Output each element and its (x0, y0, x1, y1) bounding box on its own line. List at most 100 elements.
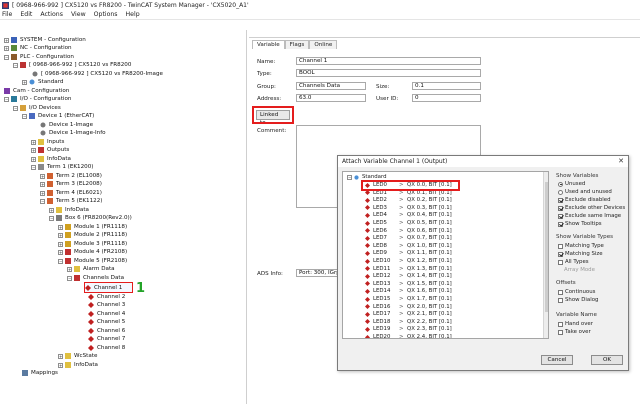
radio-unused-control[interactable] (558, 181, 563, 187)
collapse-icon[interactable]: − (58, 258, 63, 264)
expand-icon[interactable]: + (31, 156, 36, 162)
checkbox[interactable] (558, 259, 563, 265)
checkbox[interactable] (558, 197, 563, 203)
collapse-icon[interactable]: − (4, 96, 9, 102)
expand-icon[interactable]: + (49, 207, 54, 213)
tree-item-mappings[interactable]: Mappings (22, 369, 58, 377)
expand-icon[interactable]: + (4, 45, 9, 51)
check-exclude-disabled[interactable]: Exclude disabled (558, 197, 611, 203)
name-field[interactable]: Channel 1 (296, 57, 481, 65)
menu-help[interactable]: Help (126, 11, 140, 18)
tree-item-module2[interactable]: + Module 2 (FR1118) (58, 231, 127, 239)
expand-icon[interactable]: + (58, 241, 63, 247)
checkbox[interactable] (558, 205, 563, 211)
expand-icon[interactable]: + (40, 190, 45, 196)
tree-item-term1[interactable]: − Term 1 (EK1200) (31, 163, 93, 171)
checkbox[interactable] (558, 221, 563, 227)
radio-unused[interactable]: Unused (558, 181, 585, 187)
expand-icon[interactable]: + (31, 139, 36, 145)
menu-actions[interactable]: Actions (40, 11, 63, 18)
checkbox[interactable] (558, 213, 563, 219)
tree-item-channels-data[interactable]: − Channels Data (67, 274, 124, 282)
tree-item-channel3[interactable]: Channel 3 (88, 301, 125, 309)
close-icon[interactable]: ✕ (618, 157, 624, 165)
list-scrollbar[interactable] (543, 172, 548, 338)
collapse-icon[interactable]: − (13, 105, 18, 111)
tree-item-cam[interactable]: Cam - Configuration (4, 87, 69, 95)
check-exclude-other[interactable]: Exclude other Devices (558, 205, 625, 211)
expand-icon[interactable]: + (58, 353, 63, 359)
checkbox[interactable] (558, 243, 563, 249)
expand-icon[interactable]: + (58, 249, 63, 255)
expand-icon[interactable]: + (67, 266, 72, 272)
tree-item-channel4[interactable]: Channel 4 (88, 310, 125, 318)
check-matching-type[interactable]: Matching Type (558, 243, 604, 249)
collapse-icon[interactable]: − (347, 174, 352, 180)
tree-item-device1-image[interactable]: Device 1-Image (40, 121, 93, 129)
tree-item-module3[interactable]: + Module 3 (FR1118) (58, 240, 127, 248)
tree-item-plc[interactable]: − PLC - Configuration (4, 53, 74, 61)
tree-item-io[interactable]: − I/O - Configuration (4, 95, 71, 103)
checkbox[interactable] (558, 329, 563, 335)
tree-item-channel8[interactable]: Channel 8 (88, 344, 125, 352)
expand-icon[interactable]: + (4, 37, 9, 43)
expand-icon[interactable]: + (58, 224, 63, 230)
menu-options[interactable]: Options (94, 11, 118, 18)
checkbox[interactable] (558, 251, 563, 257)
tree-item-box6[interactable]: − Box 6 (FR8200(Rev2.0)) (49, 214, 132, 222)
check-hand-over[interactable]: Hand over (558, 321, 593, 327)
tree-item-wcstate[interactable]: + WcState (58, 352, 97, 360)
tree-item-alarm-data[interactable]: + Alarm Data (67, 265, 115, 273)
tree-item-nc[interactable]: + NC - Configuration (4, 44, 72, 52)
tree-item-io-devices[interactable]: − I/O Devices (13, 104, 61, 112)
tree-item-outputs[interactable]: + Outputs (31, 146, 69, 154)
tree-item-term3[interactable]: + Term 3 (EL2008) (40, 180, 102, 188)
radio-used-unused[interactable]: Used and unused (558, 189, 612, 195)
type-field[interactable]: BOOL (296, 69, 481, 77)
check-matching-size[interactable]: Matching Size (558, 251, 603, 257)
radio-used-unused-control[interactable] (558, 189, 563, 195)
tree-item-module5[interactable]: − Module 5 (FR2108) (58, 257, 127, 265)
tree-item-infodata[interactable]: + InfoData (31, 155, 71, 163)
tree-item-standard[interactable]: + Standard (22, 78, 63, 86)
tree-item-module1[interactable]: + Module 1 (FR1118) (58, 223, 127, 231)
menu-view[interactable]: View (71, 11, 86, 18)
tree-item-device1[interactable]: − Device 1 (EtherCAT) (22, 112, 94, 120)
tab-online[interactable]: Online (309, 40, 338, 49)
tree-item-box-infodata[interactable]: + InfoData (58, 361, 98, 369)
menu-file[interactable]: File (2, 11, 12, 18)
checkbox[interactable] (558, 321, 563, 327)
tree-item-channel5[interactable]: Channel 5 (88, 318, 125, 326)
expand-icon[interactable]: + (58, 362, 63, 368)
tree-item-system[interactable]: + SYSTEM - Configuration (4, 36, 86, 44)
userid-field[interactable]: 0 (412, 94, 481, 102)
tree-item-term5-infodata[interactable]: + InfoData (49, 206, 89, 214)
tree-item-channel6[interactable]: Channel 6 (88, 327, 125, 335)
tab-flags[interactable]: Flags (284, 40, 310, 49)
expand-icon[interactable]: + (58, 232, 63, 238)
expand-icon[interactable]: + (40, 173, 45, 179)
menu-edit[interactable]: Edit (20, 11, 32, 18)
tree-item-plc-project[interactable]: −[ 0968-966-992 ] CX5120 vs FR8200 (13, 61, 131, 69)
tab-variable[interactable]: Variable (252, 40, 285, 49)
expand-icon[interactable]: + (31, 147, 36, 153)
cancel-button[interactable]: Cancel (541, 355, 573, 365)
tree-item-channel1[interactable]: Channel 1 (84, 282, 133, 293)
tree-item-channel7[interactable]: Channel 7 (88, 335, 125, 343)
scrollbar-thumb[interactable] (544, 182, 548, 312)
tree-item-module4[interactable]: + Module 4 (FR2108) (58, 248, 127, 256)
check-continuous[interactable]: Continuous (558, 289, 595, 295)
checkbox[interactable] (558, 289, 563, 295)
tree-item-term5[interactable]: − Term 5 (EK1122) (40, 197, 102, 205)
check-show-tooltips[interactable]: Show Tooltips (558, 221, 602, 227)
variable-list-item[interactable]: LED20 > QX 2.4, BIT [0.1] (365, 333, 452, 338)
collapse-icon[interactable]: − (22, 113, 27, 119)
collapse-icon[interactable]: − (40, 198, 45, 204)
collapse-icon[interactable]: − (13, 62, 18, 68)
check-all-types[interactable]: All Types (558, 259, 589, 265)
tree-item-term4[interactable]: + Term 4 (EL6021) (40, 189, 102, 197)
check-show-dialog[interactable]: Show Dialog (558, 297, 598, 303)
tree-item-inputs[interactable]: + Inputs (31, 138, 64, 146)
check-exclude-same[interactable]: Exclude same Image (558, 213, 621, 219)
collapse-icon[interactable]: − (31, 164, 36, 170)
